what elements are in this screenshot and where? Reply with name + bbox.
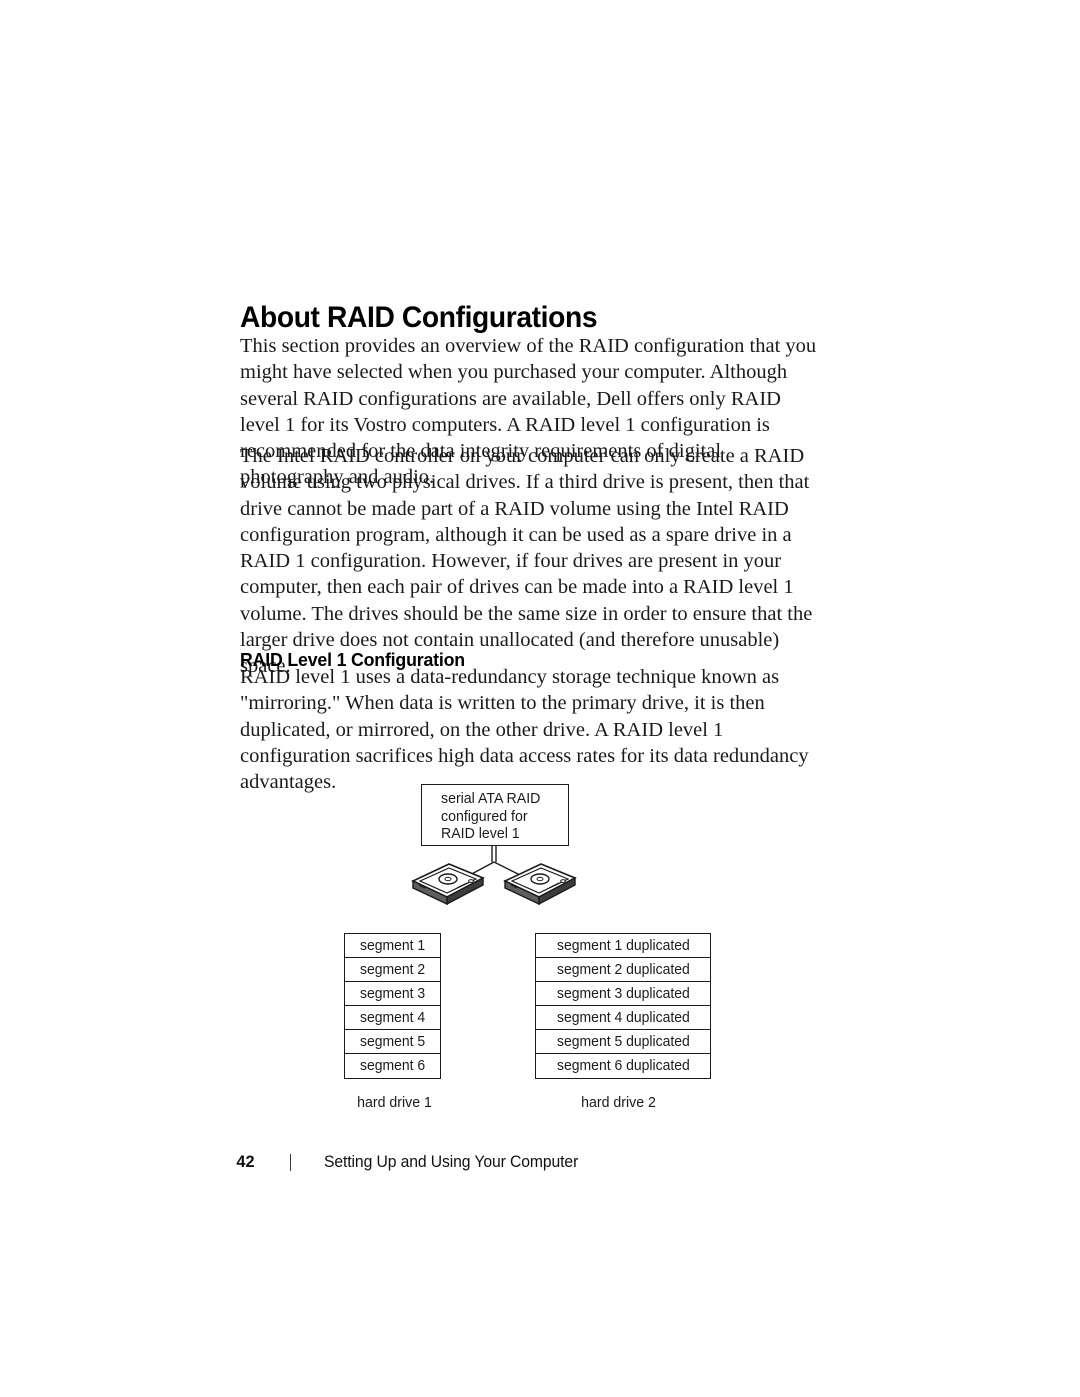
- page-footer: 42 Setting Up and Using Your Computer: [236, 1150, 586, 1174]
- footer-section-title: Setting Up and Using Your Computer: [324, 1152, 579, 1171]
- segment-row-label: segment 3 duplicated: [556, 985, 690, 1002]
- segment-row: segment 6 duplicated: [536, 1054, 710, 1078]
- paragraph-controller: The Intel RAID controller on your comput…: [240, 445, 813, 678]
- segment-row-label: segment 6: [359, 1058, 426, 1074]
- hard-drive-pair-illustration: [411, 845, 577, 906]
- hard-drive-icon-left: [411, 863, 485, 906]
- segment-row: segment 2: [345, 958, 440, 982]
- footer-divider: [289, 1153, 292, 1171]
- segment-row-label: segment 3: [359, 985, 426, 1002]
- callout-text: serial ATA RAID configured for RAID leve…: [441, 791, 541, 843]
- callout-box: serial ATA RAID configured for RAID leve…: [421, 784, 569, 846]
- hard-drive-icon-right: [503, 863, 577, 906]
- segment-table-drive-1: segment 1 segment 2 segment 3 segment 4 segm…: [344, 933, 441, 1079]
- hard-drive-1-label: hard drive 1: [357, 1095, 432, 1111]
- segment-row: segment 5 duplicated: [536, 1030, 710, 1054]
- document-page: About RAID Configurations This section p…: [0, 0, 1080, 1397]
- segment-row-label: segment 4: [359, 1009, 426, 1026]
- segment-row-label: segment 5: [359, 1033, 426, 1050]
- segment-row: segment 2 duplicated: [536, 958, 710, 982]
- segment-row: segment 6: [345, 1054, 440, 1078]
- segment-row-label: segment 5 duplicated: [556, 1033, 690, 1050]
- segment-row: segment 4 duplicated: [536, 1006, 710, 1030]
- page-title: About RAID Configurations: [240, 301, 598, 335]
- segment-row: segment 4: [345, 1006, 440, 1030]
- segment-row: segment 1 duplicated: [536, 934, 710, 958]
- segment-row: segment 1: [345, 934, 440, 958]
- page-number: 42: [236, 1152, 255, 1171]
- segment-row-label: segment 2 duplicated: [556, 961, 690, 978]
- segment-row: segment 3: [345, 982, 440, 1006]
- paragraph-controller-block: The Intel RAID controller on your comput…: [240, 443, 818, 680]
- segment-row: segment 3 duplicated: [536, 982, 710, 1006]
- segment-table-drive-2: segment 1 duplicated segment 2 duplicated…: [535, 933, 711, 1079]
- segment-row-label: segment 4 duplicated: [556, 1009, 690, 1026]
- segment-row-label: segment 1 duplicated: [556, 937, 690, 954]
- segment-row: segment 5: [345, 1030, 440, 1054]
- segment-row-label: segment 2: [359, 961, 426, 978]
- segment-row-label: segment 1: [359, 937, 426, 954]
- hard-drive-2-label: hard drive 2: [581, 1095, 656, 1111]
- segment-row-label: segment 6 duplicated: [556, 1058, 690, 1074]
- raid-level-1-diagram: serial ATA RAID configured for RAID leve…: [300, 775, 780, 1125]
